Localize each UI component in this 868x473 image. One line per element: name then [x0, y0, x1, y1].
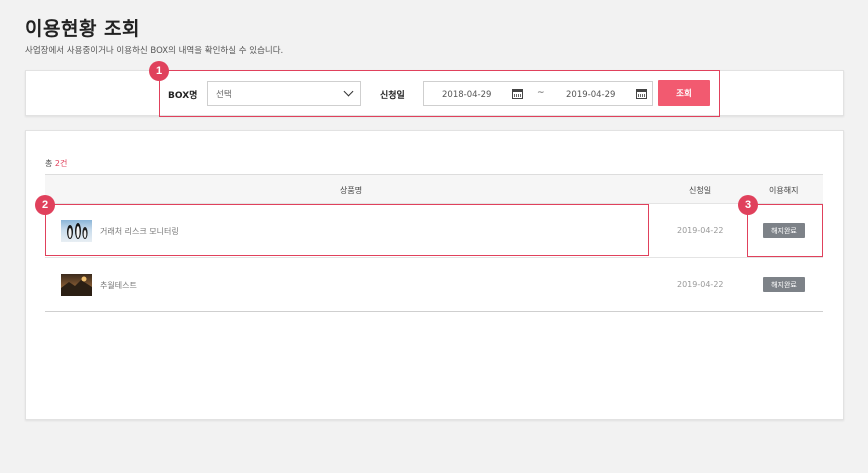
box-select-value: 선택 — [216, 89, 232, 100]
product-name-link[interactable]: 추월테스트 — [100, 280, 137, 291]
annotation-marker-3: 3 — [738, 195, 758, 215]
column-header-date: 신청일 — [689, 186, 712, 195]
annotation-marker-1: 1 — [149, 61, 169, 81]
total-count: 총 2건 — [45, 158, 67, 169]
column-header-name: 상품명 — [340, 186, 363, 195]
product-date: 2019-04-22 — [677, 226, 724, 235]
date-label: 신청일 — [380, 91, 405, 101]
product-name-link[interactable]: 거래처 리스크 모니터링 — [100, 226, 179, 237]
box-select[interactable]: 선택 — [207, 81, 361, 106]
chevron-down-icon — [343, 86, 354, 97]
page-title: 이용현황 조회 — [25, 18, 140, 40]
date-range: 2018-04-29 ~ 2019-04-29 — [423, 81, 653, 106]
date-separator: ~ — [537, 88, 545, 98]
date-from-input[interactable]: 2018-04-29 — [442, 90, 491, 100]
cancel-status-button[interactable]: 해지완료 — [763, 223, 805, 238]
page-description: 사업장에서 사용중이거나 이용하신 BOX의 내역을 확인하실 수 있습니다. — [25, 46, 284, 56]
total-prefix: 총 — [45, 159, 53, 168]
search-button[interactable]: 조회 — [658, 80, 710, 106]
box-label: BOX명 — [168, 91, 198, 101]
calendar-icon[interactable] — [512, 89, 523, 99]
date-to-input[interactable]: 2019-04-29 — [566, 90, 615, 100]
table-row: 거래처 리스크 모니터링 2019-04-22 해지완료 — [45, 204, 823, 258]
product-thumbnail — [61, 274, 92, 296]
annotation-marker-2: 2 — [35, 195, 55, 215]
table-header: 상품명 신청일 이용해지 — [45, 174, 823, 204]
product-thumbnail — [61, 220, 92, 242]
calendar-icon[interactable] — [636, 89, 647, 99]
total-count-value: 2건 — [54, 159, 68, 168]
product-date: 2019-04-22 — [677, 280, 724, 289]
table-row: 추월테스트 2019-04-22 해지완료 — [45, 258, 823, 312]
column-header-cancel: 이용해지 — [769, 186, 799, 195]
cancel-status-button[interactable]: 해지완료 — [763, 277, 805, 292]
